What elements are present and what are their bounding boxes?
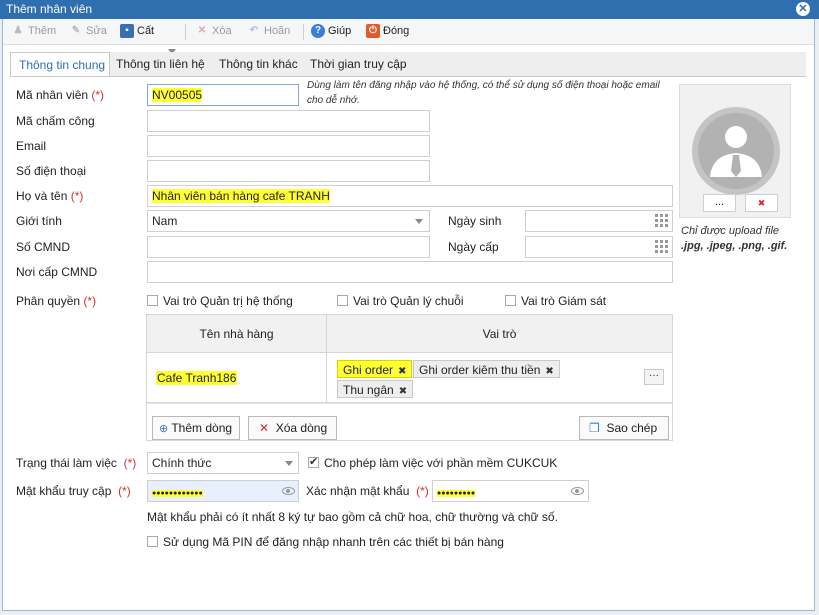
- add-row-icon: ⊕: [159, 423, 169, 435]
- remove-icon[interactable]: ✖: [545, 366, 553, 377]
- restaurant-cell: Cafe Tranh186: [147, 353, 327, 403]
- role-chip: Ghi order kiêm thu tiền ✖: [413, 360, 560, 378]
- copy-icon: ❐: [589, 421, 600, 435]
- tab-strip: Thông tin chung Thông tin liên hệ Thông …: [10, 52, 806, 77]
- more-button[interactable]: ···: [644, 369, 664, 385]
- floppy-icon: ▪: [120, 24, 134, 38]
- remove-image-button[interactable]: ✖: [745, 194, 778, 212]
- role-supervisor-checkbox[interactable]: Vai trò Giám sát: [505, 294, 606, 308]
- calendar-icon[interactable]: [655, 214, 669, 228]
- id-number-label: Số CMND: [16, 240, 71, 254]
- upload-note: Chỉ được upload file: [681, 225, 780, 237]
- birth-date-label: Ngày sinh: [448, 214, 502, 228]
- toolbar-divider: [185, 24, 186, 40]
- tab-contact[interactable]: Thông tin liên hệ: [116, 52, 205, 76]
- add-button[interactable]: ♟ Thêm: [11, 24, 57, 40]
- tab-general[interactable]: Thông tin chung: [10, 52, 110, 77]
- avatar-placeholder-icon: [692, 107, 780, 195]
- upload-formats: .jpg, .jpeg, .png, .gif.: [681, 240, 788, 252]
- issue-date-input[interactable]: [525, 236, 673, 258]
- restaurant-name: Cafe Tranh186: [156, 371, 238, 385]
- undo-icon: ↶: [249, 25, 259, 36]
- save-button[interactable]: ▪ Cất: [120, 24, 154, 40]
- timekeeping-code-label: Mã chấm công: [16, 114, 95, 128]
- issue-date-label: Ngày cấp: [448, 240, 499, 254]
- checkbox-checked-icon: [308, 455, 319, 469]
- delete-button[interactable]: ✕ Xóa: [195, 24, 232, 40]
- pin-login-checkbox[interactable]: Sử dụng Mã PIN để đăng nhập nhanh trên c…: [147, 535, 504, 549]
- add-row-button[interactable]: ⊕ Thêm dòng: [152, 416, 240, 440]
- role-chain-manager-checkbox[interactable]: Vai trò Quản lý chuỗi: [337, 294, 464, 308]
- toolbar: ♟ Thêm ✎ Sửa ▪ Cất ✕ Xóa ↶ Hoãn ? Giúp ⏻ Đóng: [3, 19, 814, 54]
- avatar-panel: ... ✖: [679, 84, 791, 218]
- role-chip: Thu ngân ✖: [337, 380, 414, 398]
- employee-code-label: Mã nhân viên (*): [16, 88, 105, 102]
- issue-place-input[interactable]: [147, 261, 673, 283]
- edit-button[interactable]: ✎ Sửa: [69, 24, 107, 40]
- work-status-select[interactable]: Chính thức: [147, 452, 299, 474]
- remove-icon[interactable]: ✖: [399, 386, 407, 397]
- undo-button[interactable]: ↶ Hoãn: [247, 24, 291, 40]
- role-admin-checkbox[interactable]: Vai trò Quản trị hệ thống: [147, 294, 293, 308]
- window-title: Thêm nhân viên: [6, 2, 93, 16]
- browse-image-button[interactable]: ...: [703, 194, 736, 212]
- work-status-label: Trạng thái làm việc (*): [16, 456, 137, 470]
- column-header-role: Vai trò: [327, 315, 672, 353]
- close-button[interactable]: ⏻ Đóng: [366, 24, 409, 40]
- show-password-icon[interactable]: [571, 487, 584, 495]
- employee-code-hint: Dùng làm tên đăng nhập vào hệ thống, có …: [307, 80, 660, 106]
- roles-label: Phân quyền (*): [16, 294, 97, 308]
- checkbox-icon: [147, 536, 158, 548]
- checkbox-icon: [147, 295, 158, 307]
- restaurant-role-grid: Tên nhà hàng Vai trò Cafe Tranh186 Ghi o…: [146, 314, 673, 441]
- confirm-password-label: Xác nhận mật khẩu (*): [306, 484, 429, 498]
- checkbox-icon: [505, 295, 516, 307]
- calendar-icon[interactable]: [655, 240, 669, 254]
- tab-other[interactable]: Thông tin khác: [219, 52, 298, 76]
- full-name-input[interactable]: Nhân viên bán hàng cafe TRANH: [147, 185, 673, 207]
- copy-button[interactable]: ❐ Sao chép: [579, 416, 669, 440]
- power-icon: ⏻: [366, 24, 380, 38]
- help-icon: ?: [311, 24, 325, 38]
- timekeeping-code-input[interactable]: [147, 110, 430, 132]
- password-label: Mật khẩu truy cập (*): [16, 484, 131, 498]
- toolbar-divider: [303, 24, 304, 40]
- gender-label: Giới tính: [16, 214, 62, 228]
- email-label: Email: [16, 139, 47, 153]
- delete-x-icon: ✕: [197, 25, 207, 36]
- title-bar: Thêm nhân viên ✕: [0, 0, 819, 19]
- confirm-password-input[interactable]: ●●●●●●●●●: [432, 480, 589, 502]
- checkbox-icon: [337, 295, 348, 307]
- issue-place-label: Nơi cấp CMND: [16, 265, 98, 279]
- phone-label: Số điện thoại: [16, 164, 87, 178]
- chevron-down-icon[interactable]: [285, 461, 293, 466]
- password-input[interactable]: ●●●●●●●●●●●●: [147, 480, 299, 502]
- tab-divider: [10, 76, 806, 77]
- chevron-down-icon[interactable]: [415, 219, 423, 224]
- id-number-input[interactable]: [147, 236, 430, 258]
- birth-date-input[interactable]: [525, 210, 673, 232]
- allow-cukcuk-checkbox[interactable]: Cho phép làm việc với phần mềm CUKCUK: [308, 455, 557, 470]
- pencil-icon: ✎: [71, 25, 81, 36]
- grid-divider: [147, 403, 672, 404]
- person-icon: ♟: [13, 25, 23, 36]
- table-row[interactable]: Cafe Tranh186 Ghi order ✖ Ghi order kiêm …: [147, 353, 672, 403]
- show-password-icon[interactable]: [282, 487, 295, 495]
- role-chip: Ghi order ✖: [337, 360, 413, 378]
- delete-row-button[interactable]: ✕ Xóa dòng: [248, 416, 337, 440]
- password-hint: Mật khẩu phải có ít nhất 8 ký tự bao gồm…: [147, 510, 558, 524]
- email-input[interactable]: [147, 135, 430, 157]
- phone-input[interactable]: [147, 160, 430, 182]
- full-name-label: Họ và tên (*): [16, 189, 84, 203]
- column-header-restaurant: Tên nhà hàng: [147, 315, 327, 353]
- employee-code-input[interactable]: NV00505: [147, 84, 299, 106]
- close-icon[interactable]: ✕: [796, 2, 810, 16]
- remove-icon[interactable]: ✖: [398, 366, 406, 377]
- gender-select[interactable]: Nam: [147, 210, 430, 232]
- tab-access-time[interactable]: Thời gian truy cập: [310, 52, 407, 76]
- help-button[interactable]: ? Giúp: [311, 24, 351, 40]
- delete-x-icon: ✕: [259, 421, 270, 435]
